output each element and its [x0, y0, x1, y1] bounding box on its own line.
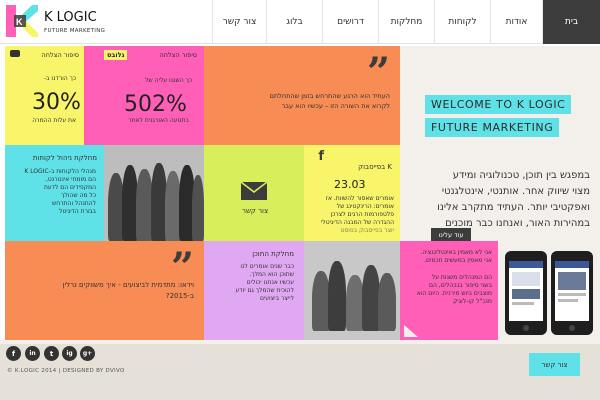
post-line: אומרים שאסור להשוות. אז [325, 195, 394, 202]
tile-line: להוכיח שהמלך גם יודע [235, 287, 294, 294]
instagram-icon[interactable]: ig [62, 346, 77, 361]
team-photo [104, 145, 204, 241]
welcome-title: WELCOME TO K LOGIC [425, 95, 572, 114]
hero-line: במהירות האור, ואנחנו כבר מוכנים [445, 218, 590, 229]
tile-line: המקפידים הם לדעת [43, 184, 96, 191]
content-team-photo [304, 241, 400, 340]
quote-line-2: ב-2015? [165, 292, 194, 300]
tile-line: לייצר ביצועים [259, 295, 294, 302]
tile-title: מחלקת התוכן [252, 250, 294, 258]
stat-percent: 502% [124, 92, 187, 117]
clients-dept-tile[interactable]: מחלקת ניהול לקוחות מנהלי הלקוחות ב-K LOG… [5, 145, 104, 241]
post-line: פלטפורמות הרגים לצרכן [330, 211, 394, 218]
nav-item-home[interactable]: בית [542, 0, 600, 44]
post-date: 23.03 [334, 178, 366, 191]
ai-line: אני מאמין במעשים חכמים. [424, 257, 492, 264]
success-story-tile-30[interactable]: סיפור הצלחה כך הורדנו ב- 30% את עלות ההמ… [5, 46, 84, 145]
site-header: K K LOGIC FUTURE MARKETING בית אודות לקו… [0, 0, 600, 44]
tile-line: מנהלי הלקוחות ב-K LOGIC [24, 168, 96, 175]
tile-line: להתנהל והתרחש [52, 200, 96, 207]
tile-tag: סיפור הצלחה [159, 51, 197, 59]
ai-line: מוצבים ביוש מירנית. היום הוא [416, 290, 492, 297]
tile-tag: סיפור הצלחה [41, 51, 79, 59]
smartphone-icon [505, 251, 593, 335]
svg-text:K: K [16, 17, 23, 27]
linkedin-icon[interactable]: in [25, 346, 40, 361]
twitter-icon[interactable]: t [44, 346, 59, 361]
ai-line: אני לא מאמין באינטליגנציה. [420, 249, 492, 256]
tile-line: כל מה שהולך [61, 192, 96, 199]
tile-line: הם מומחי אינטרנט, [46, 176, 96, 183]
ai-line: הם המנהלים משנות על [431, 274, 492, 281]
ai-line: מנכ"ל קו-לוגיק [453, 298, 492, 305]
post-line: ההגדרה של המבנה הדיגיטלי [320, 219, 394, 226]
stat-top-text: כך השגנו עליה של [145, 77, 192, 84]
tile-line: כבר שנים אומרים לנו [240, 263, 294, 270]
nav-item-blog[interactable]: בלוג [266, 0, 322, 44]
logo[interactable]: K K LOGIC FUTURE MARKETING [4, 3, 124, 41]
hero-line: במפגש בין תוכן, טכנולוגיה ומידע [452, 170, 590, 181]
nav-item-about[interactable]: אודות [490, 0, 542, 44]
tile-line: שתוכן הוא המלך. [249, 271, 294, 278]
nav-item-jobs[interactable]: דרושים [322, 0, 378, 44]
ai-quote-tile[interactable]: אני לא מאמין באינטליגנציה. אני מאמין במע… [400, 241, 498, 340]
nav-item-departments[interactable]: מחלקות [378, 0, 434, 44]
tile-line: עכשיו אנחנו יכולים [246, 279, 294, 286]
quote-line-2: לקרוא את השורה הזו – עכשיו הוא עבר [281, 102, 390, 110]
tile-title: K בפייסבוק [358, 163, 392, 171]
quote-icon: ” [366, 49, 390, 96]
quote-line-1: וידאו: מתדמית לביצועים - איך משווקים נרל… [62, 281, 194, 289]
post-line: יוצר בפייסבוק בפוסט [340, 227, 394, 234]
success-story-tile-502[interactable]: סיפור הצלחה גלובס כך השגנו עליה של 502% … [84, 46, 204, 145]
quote-icon: ” [170, 244, 194, 291]
quote-line-1: העתיד הוא הרגע שהתרחש בזמן שהתחלתם [269, 92, 390, 100]
facebook-icon: f [318, 149, 324, 164]
ai-line: בשני סיפור בנבהלים, הם [429, 282, 492, 289]
tagline: FUTURE MARKETING [425, 118, 560, 137]
tile-title: מחלקת ניהול לקוחות [32, 154, 97, 162]
corner-triangle-icon [404, 325, 418, 337]
brand-logo-icon [10, 50, 20, 57]
stat-top-text: כך הורדנו ב- [43, 75, 76, 82]
stat-bottom-text: את עלות ההמרה [32, 117, 76, 124]
googleplus-icon[interactable]: g+ [80, 346, 95, 361]
tile-line: בגזרת הדיגיטל [59, 208, 96, 215]
post-line: אומרים: הרינקטינג של [336, 203, 394, 210]
contact-tile-label: צור קשר [242, 207, 269, 215]
k-logo-icon: K [6, 5, 38, 37]
copyright: © K.LOGIC 2014 | DESIGNED BY DVIVO [7, 368, 125, 374]
facebook-tile[interactable]: f K בפייסבוק 23.03 אומרים שאסור להשוות. … [304, 145, 400, 241]
envelope-icon [240, 181, 268, 200]
quote-tile-future[interactable]: ” העתיד הוא הרגע שהתרחש בזמן שהתחלתם לקר… [204, 46, 400, 145]
footer-contact-button[interactable]: צור קשר [529, 353, 580, 376]
hero-line: ואפקטיבי יותר. העתיד מתקרב אלינו [437, 202, 590, 213]
logo-title: K LOGIC [44, 10, 97, 25]
quote-tile-video[interactable]: ” וידאו: מתדמית לביצועים - איך משווקים נ… [5, 241, 204, 340]
hero-body: במפגש בין תוכן, טכנולוגיה ומידע מצוי שיו… [418, 168, 590, 232]
nav-item-clients[interactable]: לקוחות [434, 0, 490, 44]
globes-logo: גלובס [104, 50, 128, 60]
stat-percent: 30% [32, 90, 81, 115]
nav-item-contact[interactable]: צור קשר [212, 0, 266, 44]
facebook-icon[interactable]: f [6, 346, 21, 361]
hero-line: מצוי שיווק אחר. אותנטי, אינטלגנטי [441, 186, 590, 197]
stat-bottom-text: בתנועה האורגנית לאתר [128, 117, 189, 124]
logo-subtitle: FUTURE MARKETING [44, 28, 106, 34]
phones-showcase [498, 241, 600, 340]
content-dept-tile[interactable]: מחלקת התוכן כבר שנים אומרים לנו שתוכן הו… [204, 241, 304, 340]
main-nav: בית אודות לקוחות מחלקות דרושים בלוג צור … [212, 0, 600, 44]
contact-tile[interactable]: צור קשר [204, 145, 304, 241]
